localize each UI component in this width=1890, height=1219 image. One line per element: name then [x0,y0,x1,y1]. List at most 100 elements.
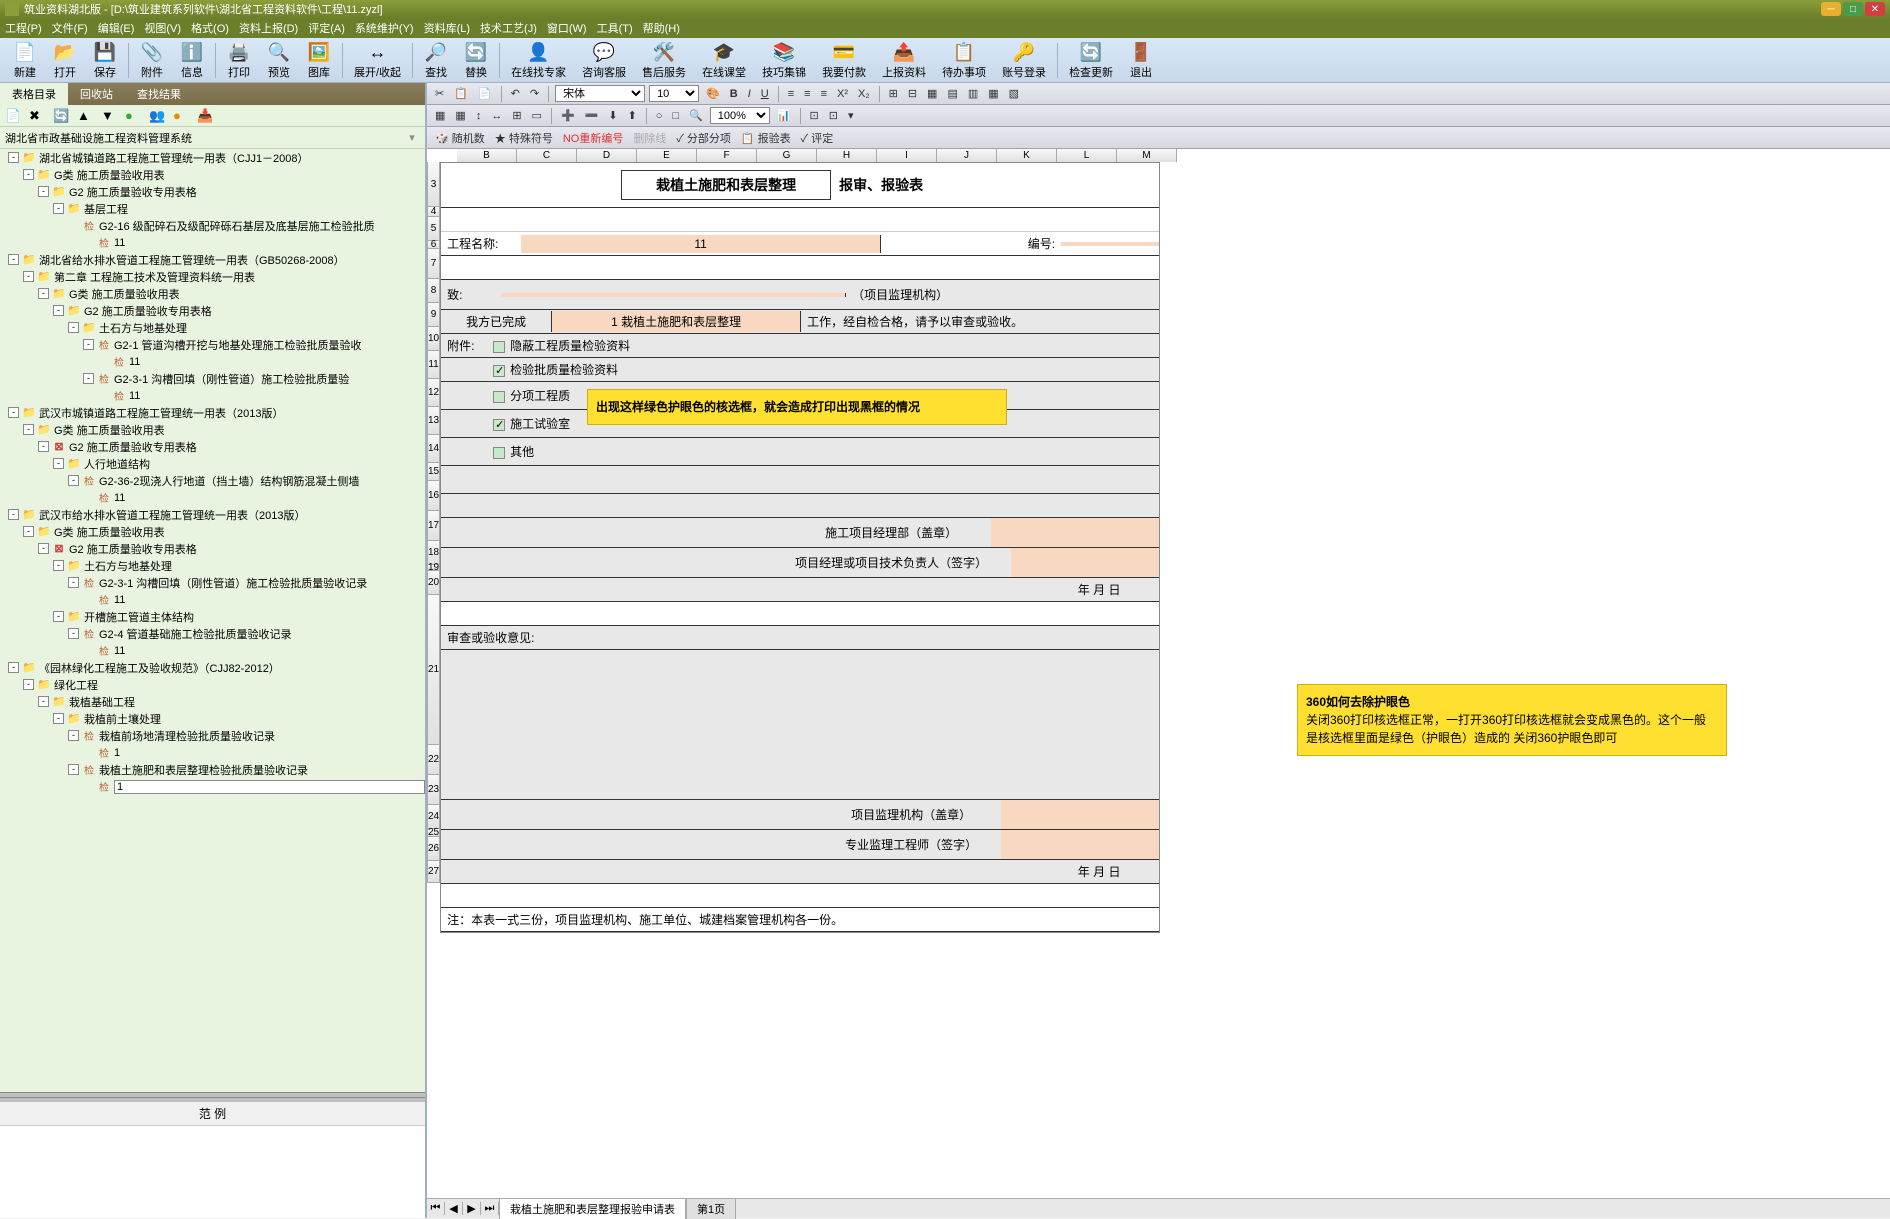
tree-orange-icon[interactable]: ● [173,108,189,124]
maximize-button[interactable]: □ [1843,2,1863,16]
row-header[interactable]: 14 [427,435,440,463]
row-header[interactable]: 25 [427,829,440,837]
fontsize-select[interactable]: 10 [649,85,699,102]
menu-item[interactable]: 工具(T) [597,20,633,36]
tree-down-icon[interactable]: ▼ [101,108,117,124]
row-header[interactable]: 24 [427,805,440,829]
checkbox-4[interactable] [493,419,505,431]
row-header[interactable]: 27 [427,861,440,883]
insert-col-icon[interactable]: ⬇ [605,108,620,123]
number-value[interactable] [1061,242,1159,246]
tree-node[interactable]: -📁G类 施工质量验收用表 [0,285,425,302]
project-value[interactable]: 11 [521,235,881,253]
fontcolor-icon[interactable]: 🎨 [703,86,723,101]
align-left-icon[interactable]: ≡ [785,87,797,101]
split-icon[interactable]: ⊟ [905,86,920,101]
col-header[interactable]: G [757,149,817,162]
toolbar-btn-21[interactable]: 🚪退出 [1121,38,1161,82]
toolbar-btn-20[interactable]: 🔄检查更新 [1061,38,1121,82]
tree-node[interactable]: 检1 [0,778,425,795]
tree-node[interactable]: -检G2-3-1 沟槽回填（刚性管道）施工检验批质量验 [0,370,425,387]
tree-header[interactable]: 湖北省市政基础设施工程资料管理系统 ▾ [0,127,425,149]
tree-node[interactable]: -📁G类 施工质量验收用表 [0,166,425,183]
tree-node[interactable]: 检G2-16 级配碎石及级配碎砾石基层及底基层施工检验批质 [0,217,425,234]
minimize-button[interactable]: ─ [1821,2,1841,16]
grid1-icon[interactable]: ▤ [944,86,960,101]
tb2-misc3[interactable]: ▾ [845,108,857,123]
renumber-btn[interactable]: NO重新编号 [560,129,627,147]
font-select[interactable]: 宋体 [555,85,645,102]
row-header[interactable]: 5 [427,217,440,241]
tree-node[interactable]: -📁湖北省城镇道路工程施工管理统一用表（CJJ1－2008） [0,149,425,166]
tree-node[interactable]: -⊠G2 施工质量验收专用表格 [0,438,425,455]
done-item[interactable]: 1 栽植土施肥和表层整理 [551,311,801,332]
menu-item[interactable]: 编辑(E) [98,20,135,36]
tree-node[interactable]: -检G2-4 管道基础施工检验批质量验收记录 [0,625,425,642]
sheet-nav-first[interactable]: ⏮ [427,1202,445,1215]
row-header[interactable]: 4 [427,207,440,217]
tree-node[interactable]: 检11 [0,489,425,506]
tree-node[interactable]: -📁武汉市给水排水管道工程施工管理统一用表（2013版） [0,506,425,523]
toolbar-btn-3[interactable]: 📎附件 [132,38,172,82]
cut-icon[interactable]: ✂ [432,86,447,101]
row-header[interactable]: 9 [427,303,440,327]
tb2-btn2[interactable]: ▦ [452,108,468,123]
subscript-icon[interactable]: X₂ [855,87,873,101]
menu-item[interactable]: 技术工艺(J) [480,20,537,36]
row-header[interactable]: 15 [427,463,440,481]
superscript-icon[interactable]: X² [834,87,851,101]
strikethrough-btn[interactable]: 删除线 [630,129,669,147]
tree-refresh-icon[interactable]: 🔄 [53,108,69,124]
toolbar-btn-7[interactable]: 🖼️图库 [299,38,339,82]
grid4-icon[interactable]: ▧ [1006,86,1022,101]
tree-node[interactable]: -⊠G2 施工质量验收专用表格 [0,540,425,557]
toolbar-btn-14[interactable]: 🎓在线课堂 [694,38,754,82]
toolbar-btn-10[interactable]: 🔄替换 [456,38,496,82]
row-header[interactable]: 3 [427,162,440,207]
menu-item[interactable]: 帮助(H) [643,20,680,36]
tree-node[interactable]: -📁栽植前土壤处理 [0,710,425,727]
col-header[interactable]: H [817,149,877,162]
toolbar-btn-15[interactable]: 📚技巧集锦 [754,38,814,82]
bold-icon[interactable]: B [727,87,741,101]
tree-green-icon[interactable]: ● [125,108,141,124]
left-tab-0[interactable]: 表格目录 [0,83,68,105]
toolbar-btn-19[interactable]: 🔑账号登录 [994,38,1054,82]
row-header[interactable]: 10 [427,327,440,351]
row-header[interactable]: 7 [427,249,440,279]
tree-view[interactable]: -📁湖北省城镇道路工程施工管理统一用表（CJJ1－2008）-📁G类 施工质量验… [0,149,425,1092]
tree-node[interactable]: -📁开槽施工管道主体结构 [0,608,425,625]
tree-node[interactable]: -检G2-3-1 沟槽回填（刚性管道）施工检验批质量验收记录 [0,574,425,591]
supervisor-sign-value[interactable] [1001,830,1159,859]
tb2-misc1[interactable]: ⊡ [807,108,822,123]
left-tab-2[interactable]: 查找结果 [125,83,193,105]
delete-col-icon[interactable]: ⬆ [625,108,640,123]
col-header[interactable]: K [997,149,1057,162]
menu-item[interactable]: 工程(P) [5,20,42,36]
row-header[interactable]: 12 [427,379,440,407]
toolbar-btn-17[interactable]: 📤上报资料 [874,38,934,82]
row-header[interactable]: 17 [427,511,440,541]
tree-node[interactable]: -📁《园林绿化工程施工及验收规范》（CJJ82-2012） [0,659,425,676]
sheet-nav-next[interactable]: ▶ [463,1202,481,1215]
tb2-btn5[interactable]: ⊞ [509,108,524,123]
checkbox-5[interactable] [493,447,505,459]
col-header[interactable]: M [1117,149,1177,162]
col-header[interactable]: L [1057,149,1117,162]
col-header[interactable]: D [577,149,637,162]
report-btn[interactable]: 📋 报验表 [738,129,794,147]
redo-icon[interactable]: ↷ [527,86,542,101]
mgr-sign-value[interactable] [1011,548,1159,577]
col-header[interactable]: E [637,149,697,162]
menu-item[interactable]: 视图(V) [144,20,181,36]
tree-import-icon[interactable]: 📥 [197,108,213,124]
row-header[interactable]: 20 [427,571,440,595]
row-header[interactable]: 8 [427,279,440,303]
col-header[interactable]: I [877,149,937,162]
row-header[interactable]: 13 [427,407,440,435]
row-header[interactable]: 22 [427,745,440,775]
tb2-chart-icon[interactable]: 📊 [774,108,794,123]
tree-node[interactable]: -📁G类 施工质量验收用表 [0,523,425,540]
shape1-icon[interactable]: ○ [653,109,666,123]
sheet-nav-last[interactable]: ⏭ [481,1202,499,1215]
